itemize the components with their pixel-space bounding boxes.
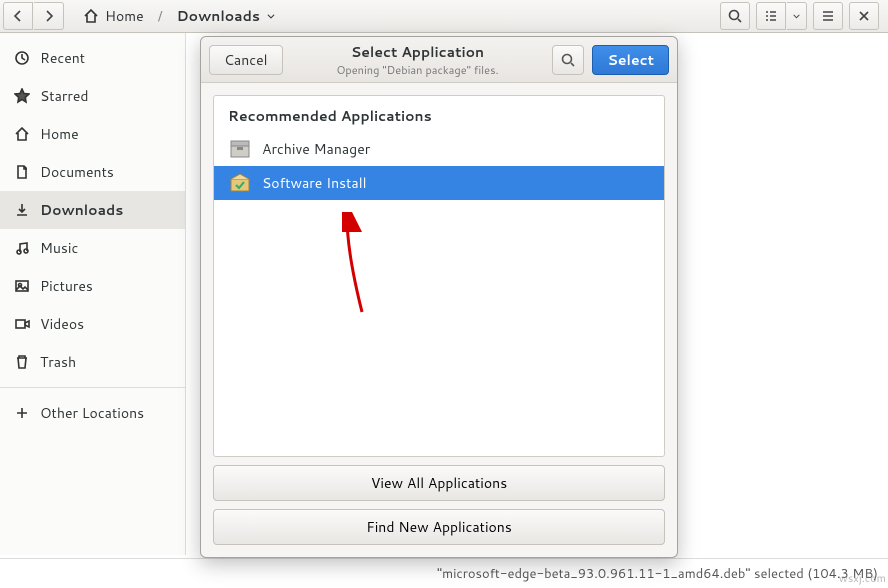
app-list-blank <box>214 200 664 456</box>
find-new-applications-button[interactable]: Find New Applications <box>213 509 665 545</box>
list-icon <box>763 8 779 24</box>
select-button[interactable]: Select <box>592 45 669 75</box>
sidebar-item-label: Pictures <box>40 276 93 296</box>
select-application-dialog: Cancel Select Application Opening "Debia… <box>200 36 678 558</box>
cancel-label: Cancel <box>224 50 268 70</box>
chevron-down-icon <box>792 8 801 24</box>
hamburger-icon <box>820 8 836 24</box>
status-bar: "microsoft-edge-beta_93.0.961.11-1_amd64… <box>0 558 888 588</box>
dialog-subtitle: Opening "Debian package" files. <box>291 62 545 78</box>
close-icon <box>856 8 872 24</box>
sidebar-item-starred[interactable]: Starred <box>0 77 185 115</box>
breadcrumb-current[interactable]: Downloads <box>171 2 282 30</box>
sidebar-item-label: Recent <box>40 48 85 68</box>
dialog-title: Select Application <box>291 42 545 62</box>
forward-button[interactable] <box>34 2 64 30</box>
breadcrumb-separator: / <box>158 6 163 26</box>
status-text: "microsoft-edge-beta_93.0.961.11-1_amd64… <box>437 565 878 583</box>
document-icon <box>14 164 30 180</box>
sidebar-item-label: Other Locations <box>40 403 144 423</box>
view-all-label: View All Applications <box>371 473 507 493</box>
select-label: Select <box>607 50 654 70</box>
sidebar-item-label: Downloads <box>40 200 123 220</box>
trash-icon <box>14 354 30 370</box>
watermark: wsxj.com <box>839 570 886 586</box>
header-bar: Home / Downloads <box>0 0 888 33</box>
dialog-header: Cancel Select Application Opening "Debia… <box>201 37 677 83</box>
star-icon <box>14 88 30 104</box>
sidebar-item-other-locations[interactable]: Other Locations <box>0 394 185 432</box>
app-row-label: Software Install <box>262 173 366 193</box>
sidebar-item-videos[interactable]: Videos <box>0 305 185 343</box>
view-all-applications-button[interactable]: View All Applications <box>213 465 665 501</box>
recommended-header: Recommended Applications <box>214 96 664 132</box>
archive-manager-icon <box>228 137 252 161</box>
sidebar-item-label: Trash <box>40 352 76 372</box>
home-icon <box>14 126 30 142</box>
plus-icon <box>14 405 30 421</box>
sidebar-item-home[interactable]: Home <box>0 115 185 153</box>
chevron-right-icon <box>41 8 57 24</box>
sidebar-separator <box>0 387 185 388</box>
back-button[interactable] <box>3 2 33 30</box>
home-icon <box>83 8 99 24</box>
video-icon <box>14 316 30 332</box>
download-icon <box>14 202 30 218</box>
view-mode-split <box>755 2 808 30</box>
menu-button[interactable] <box>813 2 843 30</box>
sidebar-item-documents[interactable]: Documents <box>0 153 185 191</box>
annotation-arrow-icon <box>342 212 382 322</box>
header-actions <box>719 2 886 30</box>
sidebar-item-label: Starred <box>40 86 89 106</box>
close-button[interactable] <box>849 2 879 30</box>
sidebar-item-label: Videos <box>40 314 84 334</box>
sidebar-item-pictures[interactable]: Pictures <box>0 267 185 305</box>
sidebar-item-music[interactable]: Music <box>0 229 185 267</box>
app-list-frame: Recommended Applications Archive Manager… <box>213 95 665 457</box>
app-row-software-install[interactable]: Software Install <box>214 166 664 200</box>
sidebar-item-label: Documents <box>40 162 114 182</box>
breadcrumb-current-label: Downloads <box>177 6 260 26</box>
sidebar-item-recent[interactable]: Recent <box>0 39 185 77</box>
chevron-down-icon <box>266 11 276 21</box>
view-list-button[interactable] <box>756 2 786 30</box>
music-icon <box>14 240 30 256</box>
dialog-body: Recommended Applications Archive Manager… <box>201 83 677 557</box>
sidebar-item-label: Home <box>40 124 79 144</box>
search-button[interactable] <box>720 2 750 30</box>
sidebar-item-trash[interactable]: Trash <box>0 343 185 381</box>
software-install-icon <box>228 171 252 195</box>
picture-icon <box>14 278 30 294</box>
clock-icon <box>14 50 30 66</box>
breadcrumb-home-label: Home <box>105 6 144 26</box>
breadcrumb-home[interactable]: Home <box>77 2 150 30</box>
cancel-button[interactable]: Cancel <box>209 45 283 75</box>
dialog-title-area: Select Application Opening "Debian packa… <box>291 42 545 78</box>
search-icon <box>727 8 743 24</box>
sidebar-item-label: Music <box>40 238 78 258</box>
app-row-archive-manager[interactable]: Archive Manager <box>214 132 664 166</box>
nav-buttons <box>2 2 65 30</box>
app-row-label: Archive Manager <box>262 139 370 159</box>
dialog-search-button[interactable] <box>552 45 584 75</box>
find-new-label: Find New Applications <box>366 517 512 537</box>
chevron-left-icon <box>10 8 26 24</box>
sidebar-item-downloads[interactable]: Downloads <box>0 191 185 229</box>
view-mode-dropdown[interactable] <box>787 2 807 30</box>
search-icon <box>560 52 576 68</box>
breadcrumb: Home / Downloads <box>77 2 282 30</box>
sidebar: Recent Starred Home Documents Downloads … <box>0 33 186 555</box>
